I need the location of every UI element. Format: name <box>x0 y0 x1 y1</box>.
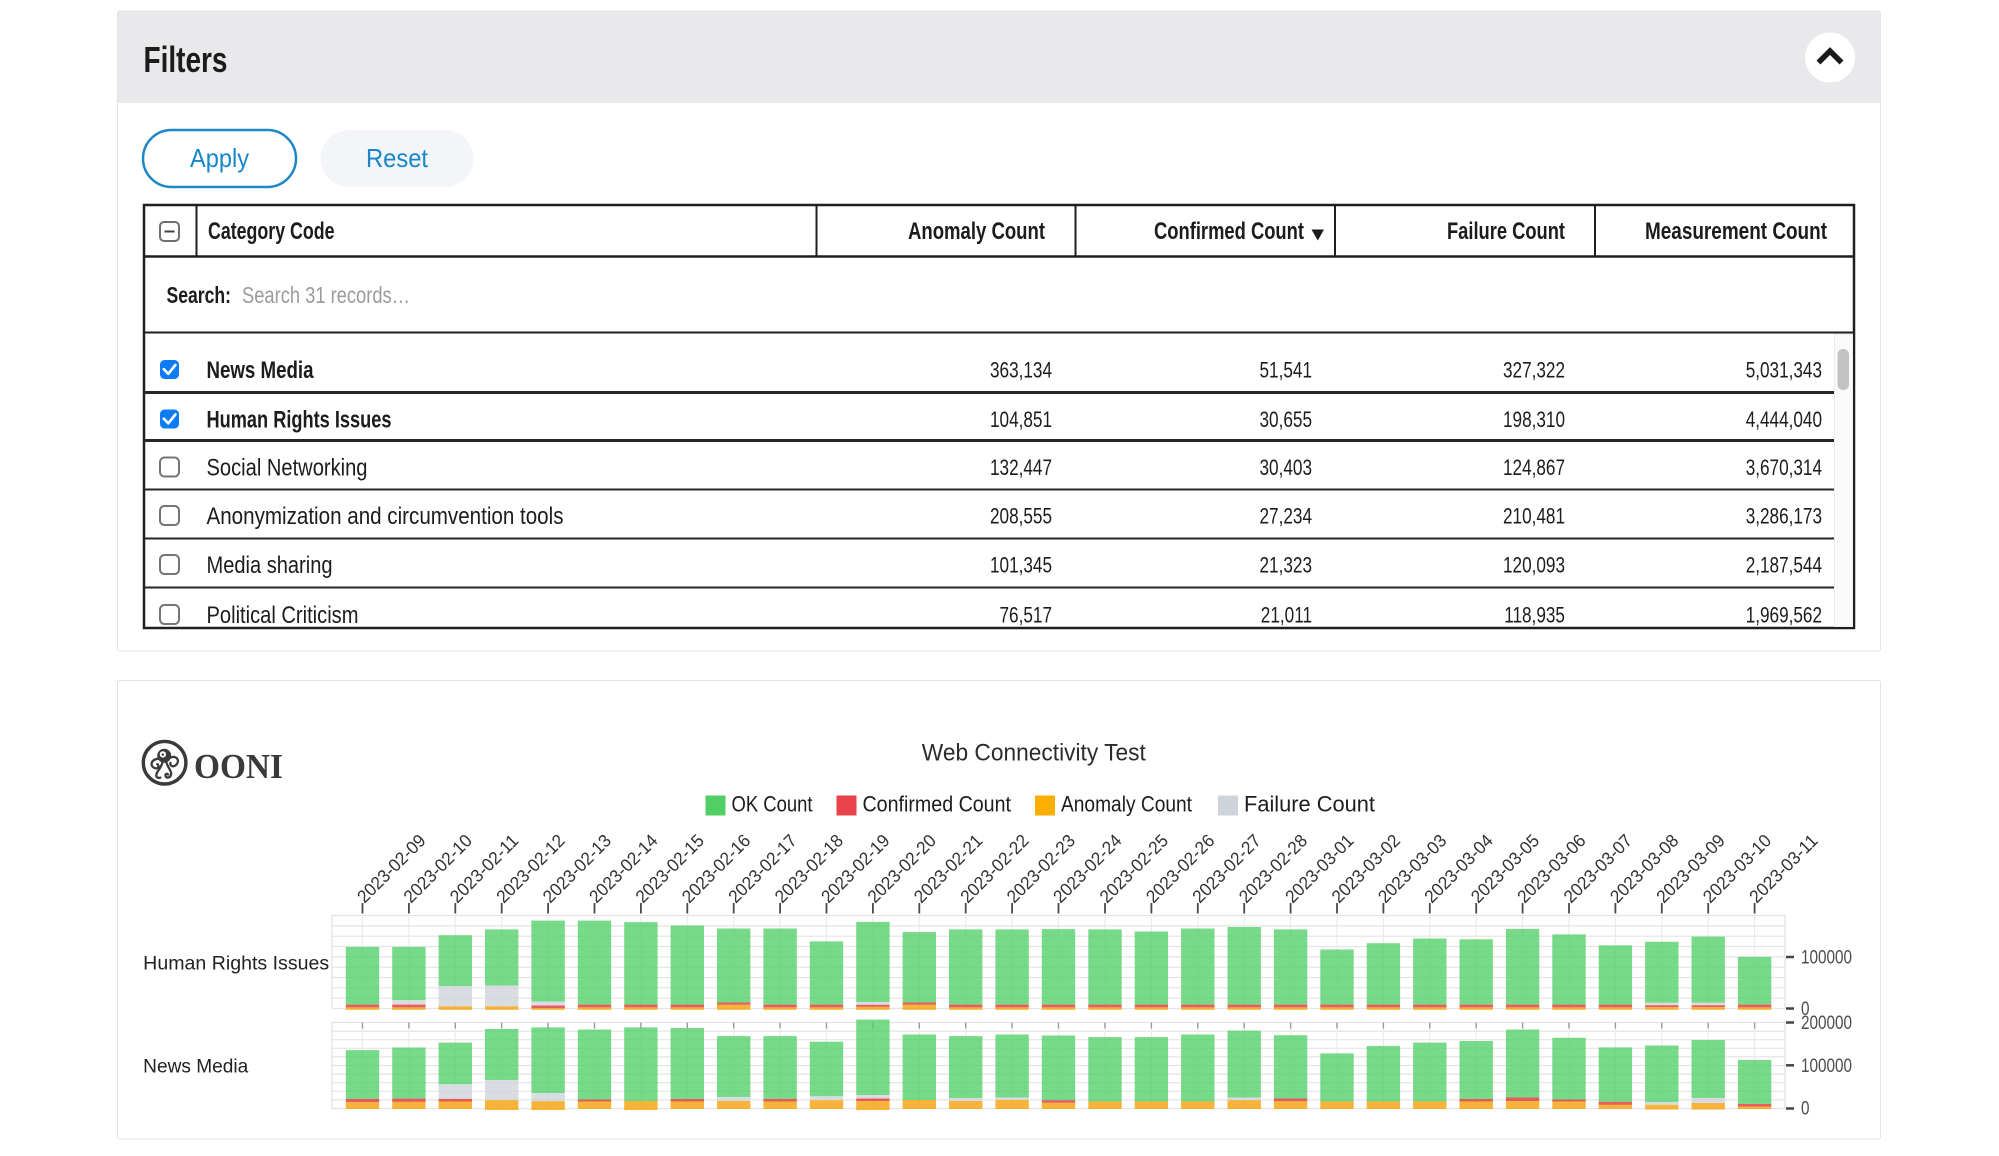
svg-text:Failure Count: Failure Count <box>1244 792 1375 817</box>
svg-text:Failure Count: Failure Count <box>1447 218 1565 245</box>
svg-text:100000: 100000 <box>1801 1056 1852 1077</box>
svg-text:Political Criticism: Political Criticism <box>207 602 359 629</box>
svg-text:Media sharing: Media sharing <box>207 552 333 579</box>
svg-text:Web Connectivity Test: Web Connectivity Test <box>922 740 1146 767</box>
svg-text:30,403: 30,403 <box>1260 455 1313 480</box>
svg-text:0: 0 <box>1801 1099 1810 1120</box>
svg-text:124,867: 124,867 <box>1503 455 1565 480</box>
svg-text:Confirmed Count: Confirmed Count <box>863 792 1012 817</box>
svg-text:Social Networking: Social Networking <box>207 455 368 482</box>
svg-text:Human Rights Issues: Human Rights Issues <box>143 954 329 975</box>
svg-text:Search 31 records…: Search 31 records… <box>242 282 410 308</box>
svg-text:5,031,343: 5,031,343 <box>1746 358 1822 383</box>
svg-text:Measurement Count: Measurement Count <box>1645 218 1827 245</box>
svg-text:132,447: 132,447 <box>990 455 1052 480</box>
svg-text:208,555: 208,555 <box>990 504 1052 529</box>
svg-text:21,011: 21,011 <box>1261 603 1312 628</box>
svg-text:Anomaly Count: Anomaly Count <box>908 218 1045 245</box>
svg-text:Anonymization and circumventio: Anonymization and circumvention tools <box>207 503 564 530</box>
svg-text:198,310: 198,310 <box>1503 407 1565 432</box>
svg-text:363,134: 363,134 <box>990 358 1052 383</box>
svg-text:27,234: 27,234 <box>1260 504 1313 529</box>
svg-text:120,093: 120,093 <box>1503 553 1565 578</box>
svg-text:2,187,544: 2,187,544 <box>1746 553 1822 578</box>
svg-text:1,969,562: 1,969,562 <box>1746 603 1822 628</box>
svg-text:118,935: 118,935 <box>1504 603 1565 628</box>
svg-text:OK Count: OK Count <box>732 792 813 817</box>
svg-text:200000: 200000 <box>1801 1013 1852 1034</box>
svg-text:21,323: 21,323 <box>1260 553 1313 578</box>
svg-text:76,517: 76,517 <box>1000 603 1053 628</box>
svg-text:Human Rights Issues: Human Rights Issues <box>207 407 392 434</box>
svg-text:OONI: OONI <box>194 747 283 786</box>
svg-text:Anomaly Count: Anomaly Count <box>1061 792 1192 817</box>
svg-text:327,322: 327,322 <box>1503 358 1565 383</box>
svg-text:101,345: 101,345 <box>990 553 1052 578</box>
svg-text:104,851: 104,851 <box>990 407 1052 432</box>
svg-text:30,655: 30,655 <box>1260 407 1313 432</box>
svg-text:3,286,173: 3,286,173 <box>1746 504 1822 529</box>
svg-text:Filters: Filters <box>144 39 228 80</box>
svg-text:210,481: 210,481 <box>1503 504 1565 529</box>
svg-text:Confirmed Count: Confirmed Count <box>1154 218 1304 245</box>
svg-text:100000: 100000 <box>1801 948 1852 969</box>
svg-text:4,444,040: 4,444,040 <box>1746 407 1822 432</box>
svg-text:51,541: 51,541 <box>1260 358 1313 383</box>
svg-text:News Media: News Media <box>207 357 314 384</box>
svg-text:3,670,314: 3,670,314 <box>1746 455 1822 480</box>
svg-text:Category Code: Category Code <box>208 218 335 245</box>
svg-text:Search:: Search: <box>167 282 232 308</box>
svg-text:Apply: Apply <box>190 143 249 173</box>
svg-text:News Media: News Media <box>143 1057 248 1078</box>
svg-text:Reset: Reset <box>366 143 429 173</box>
